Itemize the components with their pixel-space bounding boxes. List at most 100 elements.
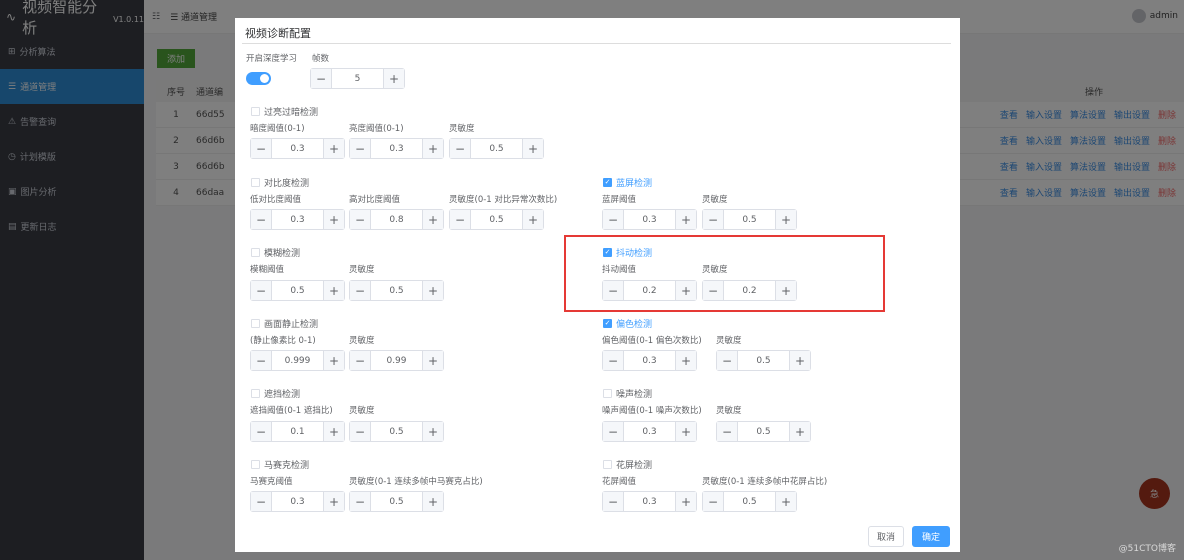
bright-threshold-stepper[interactable]: −0.3 + — [349, 138, 444, 159]
mosaic-threshold-stepper[interactable]: −0.3 + — [250, 491, 345, 512]
color-cast-checkbox[interactable]: ✓ 偏色检测 — [603, 317, 652, 330]
stepper-value[interactable]: 0.999 — [272, 351, 323, 370]
increment-button[interactable]: + — [323, 492, 344, 511]
jitter-checkbox[interactable]: ✓ 抖动检测 — [603, 246, 652, 259]
stepper-value[interactable]: 0.3 — [272, 139, 323, 158]
stepper-value[interactable]: 0.5 — [724, 210, 775, 229]
mosaic-checkbox[interactable]: 马赛克检测 — [251, 458, 309, 471]
increment-button[interactable]: + — [775, 210, 796, 229]
increment-button[interactable]: + — [383, 69, 404, 88]
decrement-button[interactable]: − — [603, 281, 624, 300]
stepper-value[interactable]: 0.5 — [371, 492, 422, 511]
check-icon[interactable]: ✓ — [603, 178, 612, 187]
contrast-sensitivity-stepper[interactable]: −0.5 + — [449, 209, 544, 230]
confirm-button[interactable]: 确定 — [912, 526, 950, 547]
snow-sensitivity-stepper[interactable]: −0.5 + — [702, 491, 797, 512]
stepper-value[interactable]: 0.5 — [272, 281, 323, 300]
decrement-button[interactable]: − — [350, 351, 371, 370]
occlusion-threshold-stepper[interactable]: −0.1 + — [250, 421, 345, 442]
decrement-button[interactable]: − — [251, 139, 272, 158]
stepper-value[interactable]: 0.5 — [724, 492, 775, 511]
mosaic-sensitivity-stepper[interactable]: −0.5 + — [349, 491, 444, 512]
decrement-button[interactable]: − — [703, 281, 724, 300]
decrement-button[interactable]: − — [350, 139, 371, 158]
jitter-threshold-stepper[interactable]: −0.2 + — [602, 280, 697, 301]
decrement-button[interactable]: − — [350, 281, 371, 300]
freeze-ratio-stepper[interactable]: −0.999 + — [250, 350, 345, 371]
increment-button[interactable]: + — [422, 492, 443, 511]
increment-button[interactable]: + — [422, 422, 443, 441]
increment-button[interactable]: + — [422, 281, 443, 300]
stepper-value[interactable]: 0.3 — [624, 422, 675, 441]
color-cast-sensitivity-stepper[interactable]: −0.5 + — [716, 350, 811, 371]
decrement-button[interactable]: − — [603, 422, 624, 441]
contrast-checkbox[interactable]: 对比度检测 — [251, 176, 309, 189]
decrement-button[interactable]: − — [350, 210, 371, 229]
decrement-button[interactable]: − — [703, 492, 724, 511]
checkbox-box[interactable] — [251, 319, 260, 328]
dark-threshold-stepper[interactable]: −0.3 + — [250, 138, 345, 159]
decrement-button[interactable]: − — [251, 281, 272, 300]
stepper-value[interactable]: 0.1 — [272, 422, 323, 441]
increment-button[interactable]: + — [775, 281, 796, 300]
checkbox-box[interactable] — [603, 389, 612, 398]
decrement-button[interactable]: − — [251, 210, 272, 229]
stepper-value[interactable]: 0.99 — [371, 351, 422, 370]
color-cast-threshold-stepper[interactable]: −0.3 + — [602, 350, 697, 371]
increment-button[interactable]: + — [323, 422, 344, 441]
decrement-button[interactable]: − — [450, 139, 471, 158]
increment-button[interactable]: + — [323, 281, 344, 300]
increment-button[interactable]: + — [675, 281, 696, 300]
brightness-sensitivity-stepper[interactable]: −0.5 + — [449, 138, 544, 159]
snow-threshold-stepper[interactable]: −0.3 + — [602, 491, 697, 512]
decrement-button[interactable]: − — [717, 422, 738, 441]
stepper-value[interactable]: 5 — [332, 69, 383, 88]
checkbox-box[interactable] — [251, 107, 260, 116]
stepper-value[interactable]: 0.5 — [738, 422, 789, 441]
blur-sensitivity-stepper[interactable]: −0.5 + — [349, 280, 444, 301]
stepper-value[interactable]: 0.5 — [471, 210, 522, 229]
increment-button[interactable]: + — [522, 139, 543, 158]
stepper-value[interactable]: 0.2 — [724, 281, 775, 300]
decrement-button[interactable]: − — [603, 492, 624, 511]
high-contrast-stepper[interactable]: −0.8 + — [349, 209, 444, 230]
jitter-sensitivity-stepper[interactable]: −0.2 + — [702, 280, 797, 301]
noise-threshold-stepper[interactable]: −0.3 + — [602, 421, 697, 442]
checkbox-box[interactable] — [251, 460, 260, 469]
blue-screen-checkbox[interactable]: ✓ 蓝屏检测 — [603, 176, 652, 189]
decrement-button[interactable]: − — [450, 210, 471, 229]
blue-screen-threshold-stepper[interactable]: −0.3 + — [602, 209, 697, 230]
blur-checkbox[interactable]: 模糊检测 — [251, 246, 300, 259]
occlusion-sensitivity-stepper[interactable]: −0.5 + — [349, 421, 444, 442]
stepper-value[interactable]: 0.5 — [738, 351, 789, 370]
freeze-sensitivity-stepper[interactable]: −0.99 + — [349, 350, 444, 371]
stepper-value[interactable]: 0.3 — [624, 492, 675, 511]
check-icon[interactable]: ✓ — [603, 319, 612, 328]
stepper-value[interactable]: 0.2 — [624, 281, 675, 300]
increment-button[interactable]: + — [422, 351, 443, 370]
stepper-value[interactable]: 0.5 — [471, 139, 522, 158]
freeze-checkbox[interactable]: 画面静止检测 — [251, 317, 318, 330]
frames-stepper[interactable]: −5 + — [310, 68, 405, 89]
decrement-button[interactable]: − — [350, 492, 371, 511]
stepper-value[interactable]: 0.3 — [624, 210, 675, 229]
increment-button[interactable]: + — [323, 139, 344, 158]
low-contrast-stepper[interactable]: −0.3 + — [250, 209, 345, 230]
blur-threshold-stepper[interactable]: −0.5 + — [250, 280, 345, 301]
increment-button[interactable]: + — [675, 422, 696, 441]
check-icon[interactable]: ✓ — [603, 248, 612, 257]
increment-button[interactable]: + — [422, 210, 443, 229]
checkbox-box[interactable] — [251, 389, 260, 398]
increment-button[interactable]: + — [675, 492, 696, 511]
increment-button[interactable]: + — [323, 351, 344, 370]
stepper-value[interactable]: 0.3 — [624, 351, 675, 370]
increment-button[interactable]: + — [522, 210, 543, 229]
noise-sensitivity-stepper[interactable]: −0.5 + — [716, 421, 811, 442]
increment-button[interactable]: + — [789, 422, 810, 441]
increment-button[interactable]: + — [789, 351, 810, 370]
decrement-button[interactable]: − — [703, 210, 724, 229]
decrement-button[interactable]: − — [251, 492, 272, 511]
checkbox-box[interactable] — [603, 460, 612, 469]
decrement-button[interactable]: − — [603, 351, 624, 370]
deep-learning-toggle[interactable] — [246, 72, 271, 85]
